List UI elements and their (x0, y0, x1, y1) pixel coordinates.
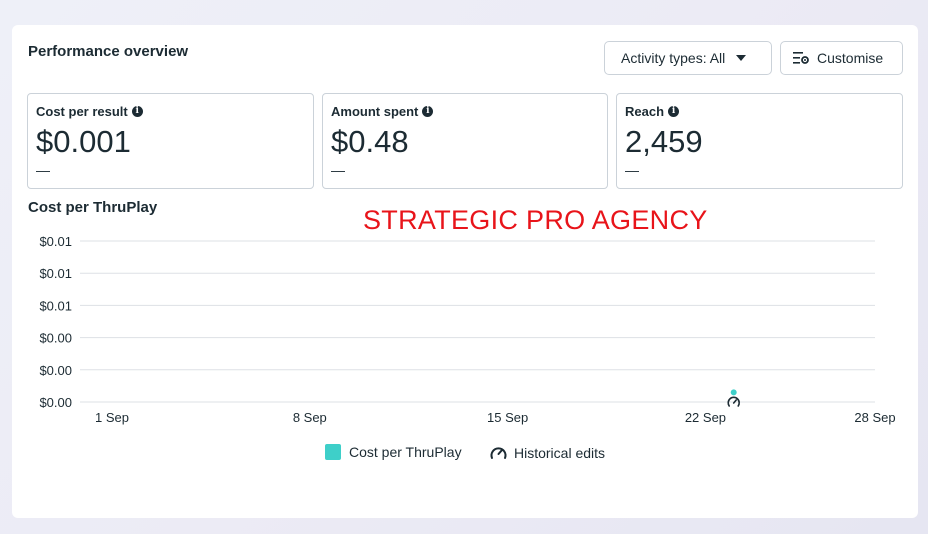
y-tick-label: $0.00 (39, 363, 72, 378)
x-tick-label: 15 Sep (487, 410, 528, 425)
y-tick-label: $0.01 (39, 266, 72, 281)
cost-per-thruplay-chart: $0.01 $0.01 $0.01 $0.00 $0.00 $0.00 1 Sep 8 Sep… (39, 234, 895, 425)
y-tick-label: $0.01 (39, 234, 72, 249)
gauge-icon (490, 447, 507, 459)
legend-item-historical-edits[interactable]: Historical edits (489, 444, 605, 461)
legend-label: Historical edits (514, 444, 606, 461)
x-tick-label: 22 Sep (685, 410, 726, 425)
historical-edit-needle (732, 399, 738, 404)
y-tick-label: $0.00 (39, 331, 72, 346)
x-tick-label: 28 Sep (854, 410, 895, 425)
y-tick-label: $0.01 (39, 298, 72, 313)
x-tick-label: 1 Sep (95, 410, 129, 425)
legend-label: Cost per ThruPlay (349, 444, 462, 460)
x-tick-label: 8 Sep (293, 410, 327, 425)
performance-overview-card: Performance overview Activity types: All… (12, 25, 918, 518)
y-tick-label: $0.00 (39, 395, 72, 410)
legend-item-cost-per-thruplay[interactable]: Cost per ThruPlay (325, 444, 462, 460)
legend-swatch (325, 444, 341, 460)
data-point (730, 389, 737, 396)
